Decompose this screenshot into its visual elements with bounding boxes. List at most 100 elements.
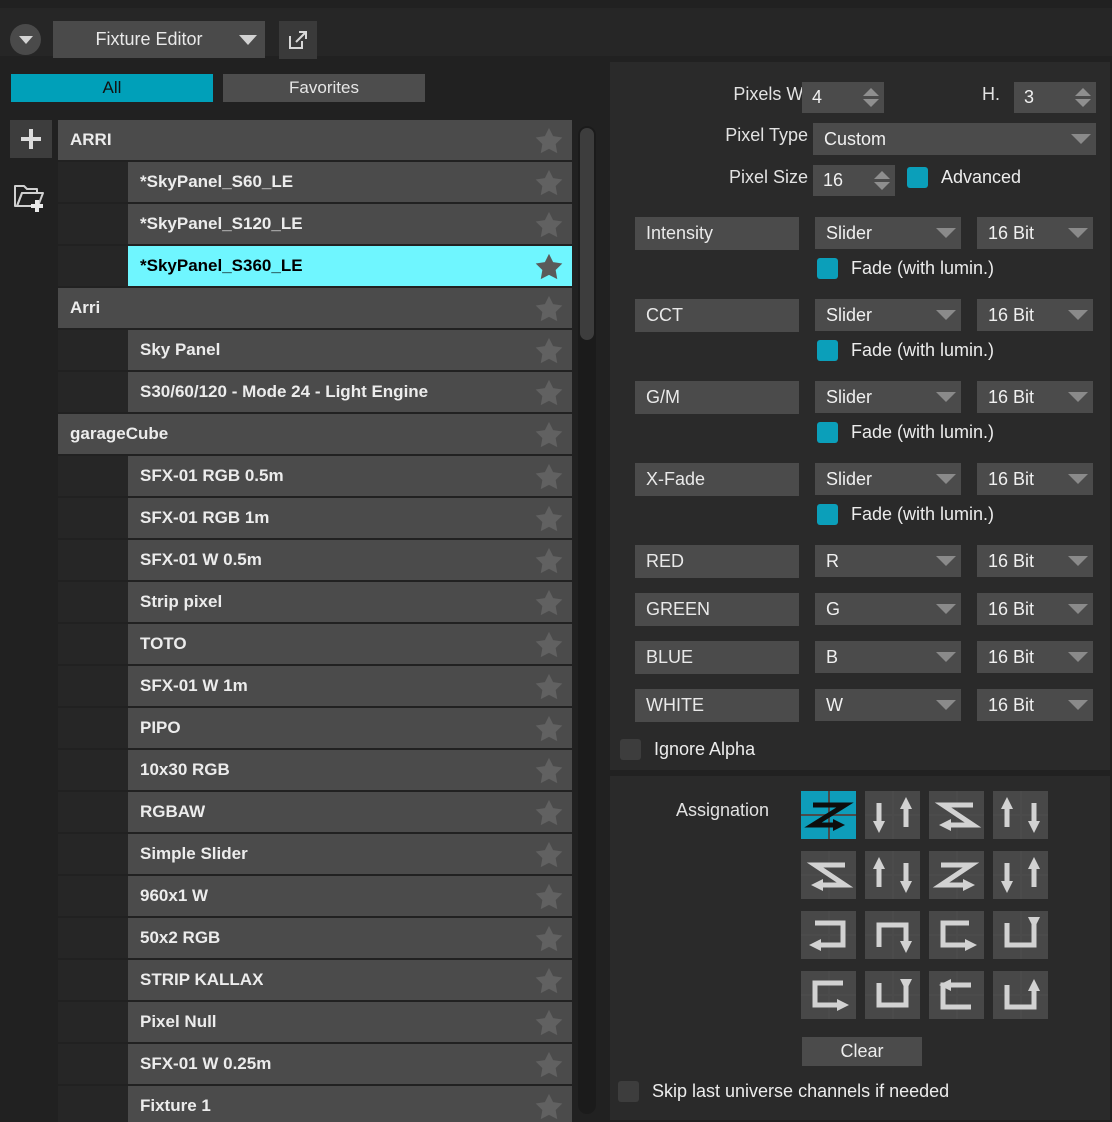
row-body[interactable]: *SkyPanel_S120_LE	[128, 204, 572, 244]
add-fixture-button[interactable]	[10, 120, 52, 158]
favorite-star-icon[interactable]	[534, 125, 564, 155]
pixel-size-field-stepper[interactable]	[869, 165, 895, 196]
panel-menu-button[interactable]	[10, 24, 41, 55]
advanced-row[interactable]: Advanced	[907, 167, 1021, 188]
fixture-list-item[interactable]: SFX-01 W 0.5m	[58, 540, 572, 580]
pixel-type-select[interactable]: Custom	[813, 123, 1096, 155]
tab-all[interactable]: All	[11, 74, 213, 102]
popout-window-button[interactable]	[279, 21, 317, 59]
assignation-pattern-11[interactable]	[993, 911, 1048, 959]
tab-favorites[interactable]: Favorites	[223, 74, 425, 102]
row-body[interactable]: SFX-01 W 0.5m	[128, 540, 572, 580]
channel-depth-5[interactable]: 16 Bit	[977, 593, 1093, 625]
channel-name-2[interactable]: G/M	[635, 381, 799, 414]
ignore-alpha-row[interactable]: Ignore Alpha	[620, 739, 755, 760]
assignation-pattern-12[interactable]	[801, 971, 856, 1019]
favorite-star-icon[interactable]	[534, 419, 564, 449]
fixture-list-item[interactable]: SFX-01 W 0.25m	[58, 1044, 572, 1084]
channel-fade-2-checkbox[interactable]	[817, 422, 838, 443]
row-body[interactable]: PIPO	[128, 708, 572, 748]
favorite-star-icon[interactable]	[534, 1091, 564, 1121]
row-body[interactable]: SFX-01 RGB 0.5m	[128, 456, 572, 496]
fixture-list-item[interactable]: 960x1 W	[58, 876, 572, 916]
favorite-star-icon[interactable]	[534, 839, 564, 869]
advanced-checkbox[interactable]	[907, 167, 928, 188]
channel-fade-1-checkbox[interactable]	[817, 340, 838, 361]
fixture-list-item[interactable]: Strip pixel	[58, 582, 572, 622]
channel-mode-2[interactable]: Slider	[815, 381, 961, 413]
pixels-h-field-stepper[interactable]	[1070, 82, 1096, 113]
row-body[interactable]: *SkyPanel_S60_LE	[128, 162, 572, 202]
favorite-star-icon[interactable]	[534, 629, 564, 659]
favorite-star-icon[interactable]	[534, 797, 564, 827]
row-body[interactable]: SFX-01 W 0.25m	[128, 1044, 572, 1084]
assignation-pattern-6[interactable]	[929, 851, 984, 899]
favorite-star-icon[interactable]	[534, 713, 564, 743]
fixture-list-item[interactable]: TOTO	[58, 624, 572, 664]
assignation-pattern-13[interactable]	[865, 971, 920, 1019]
channel-mode-4[interactable]: R	[815, 545, 961, 577]
assignation-pattern-1[interactable]	[865, 791, 920, 839]
favorite-star-icon[interactable]	[534, 293, 564, 323]
favorite-star-icon[interactable]	[534, 755, 564, 785]
assignation-pattern-14[interactable]	[929, 971, 984, 1019]
favorite-star-icon[interactable]	[534, 335, 564, 365]
scrollbar-thumb[interactable]	[580, 128, 594, 340]
channel-fade-2-row[interactable]: Fade (with lumin.)	[817, 422, 994, 443]
clear-button[interactable]: Clear	[802, 1037, 922, 1066]
pixel-size-field[interactable]: 16	[813, 165, 895, 196]
row-body[interactable]: Fixture 1	[128, 1086, 572, 1122]
fixture-list-item[interactable]: STRIP KALLAX	[58, 960, 572, 1000]
skip-universe-checkbox[interactable]	[618, 1081, 639, 1102]
row-body[interactable]: 50x2 RGB	[128, 918, 572, 958]
favorite-star-icon[interactable]	[534, 923, 564, 953]
fixture-group-row[interactable]: Arri	[58, 288, 572, 328]
pixels-w-field-stepper[interactable]	[858, 82, 884, 113]
favorite-star-icon[interactable]	[534, 209, 564, 239]
row-body[interactable]: TOTO	[128, 624, 572, 664]
fixture-list-scrollbar[interactable]	[578, 126, 596, 1114]
channel-fade-1-row[interactable]: Fade (with lumin.)	[817, 340, 994, 361]
channel-mode-3[interactable]: Slider	[815, 463, 961, 495]
fixture-list-item[interactable]: 50x2 RGB	[58, 918, 572, 958]
favorite-star-icon[interactable]	[534, 587, 564, 617]
row-body[interactable]: garageCube	[58, 414, 572, 454]
fixture-list-item[interactable]: S30/60/120 - Mode 24 - Light Engine	[58, 372, 572, 412]
channel-depth-1[interactable]: 16 Bit	[977, 299, 1093, 331]
channel-name-5[interactable]: GREEN	[635, 593, 799, 626]
favorite-star-icon[interactable]	[534, 1007, 564, 1037]
row-body[interactable]: Strip pixel	[128, 582, 572, 622]
channel-depth-4[interactable]: 16 Bit	[977, 545, 1093, 577]
fixture-list-item[interactable]: 10x30 RGB	[58, 750, 572, 790]
row-body[interactable]: ARRI	[58, 120, 572, 160]
row-body[interactable]: RGBAW	[128, 792, 572, 832]
fixture-list-item[interactable]: *SkyPanel_S360_LE	[58, 246, 572, 286]
channel-fade-3-row[interactable]: Fade (with lumin.)	[817, 504, 994, 525]
favorite-star-icon[interactable]	[534, 671, 564, 701]
fixture-list-item[interactable]: SFX-01 W 1m	[58, 666, 572, 706]
fixture-list-item[interactable]: SFX-01 RGB 0.5m	[58, 456, 572, 496]
row-body[interactable]: S30/60/120 - Mode 24 - Light Engine	[128, 372, 572, 412]
channel-name-6[interactable]: BLUE	[635, 641, 799, 674]
row-body[interactable]: SFX-01 RGB 1m	[128, 498, 572, 538]
assignation-pattern-8[interactable]	[801, 911, 856, 959]
channel-depth-2[interactable]: 16 Bit	[977, 381, 1093, 413]
channel-mode-5[interactable]: G	[815, 593, 961, 625]
channel-name-3[interactable]: X-Fade	[635, 463, 799, 496]
channel-mode-1[interactable]: Slider	[815, 299, 961, 331]
assignation-pattern-9[interactable]	[865, 911, 920, 959]
ignore-alpha-checkbox[interactable]	[620, 739, 641, 760]
module-select[interactable]: Fixture Editor	[53, 21, 265, 58]
fixture-group-row[interactable]: ARRI	[58, 120, 572, 160]
channel-name-0[interactable]: Intensity	[635, 217, 799, 250]
favorite-star-icon[interactable]	[534, 545, 564, 575]
row-body[interactable]: Sky Panel	[128, 330, 572, 370]
channel-depth-7[interactable]: 16 Bit	[977, 689, 1093, 721]
channel-mode-6[interactable]: B	[815, 641, 961, 673]
fixture-list-item[interactable]: Simple Slider	[58, 834, 572, 874]
fixture-list-item[interactable]: *SkyPanel_S60_LE	[58, 162, 572, 202]
favorite-star-icon[interactable]	[534, 377, 564, 407]
row-body[interactable]: 960x1 W	[128, 876, 572, 916]
pixels-w-field[interactable]: 4	[802, 82, 884, 113]
channel-fade-3-checkbox[interactable]	[817, 504, 838, 525]
